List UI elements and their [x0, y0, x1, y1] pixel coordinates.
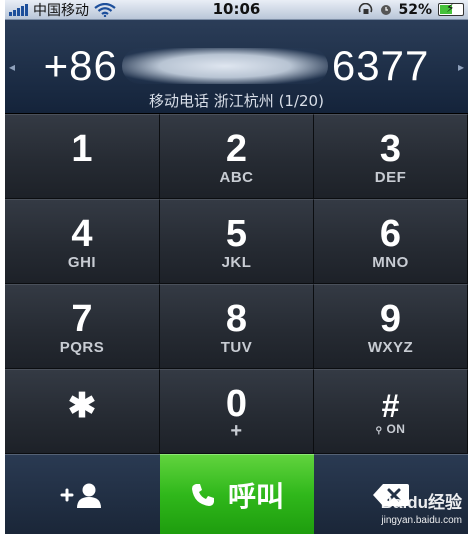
key-8[interactable]: 8 TUV	[160, 284, 314, 369]
key-letters: GHI	[67, 254, 97, 271]
key-6[interactable]: 6 MNO	[314, 199, 468, 284]
key-7[interactable]: 7 PQRS	[5, 284, 160, 369]
phone-dialer: 中国移动 10:06 52% ⚡ ◂ ▸ +86 6377 移动电话 浙江杭州 …	[5, 0, 468, 534]
key-hash[interactable]: # ⚲ ON	[314, 369, 468, 454]
key-1[interactable]: 1	[5, 114, 160, 199]
key-letters: WXYZ	[367, 339, 414, 356]
key-digit: 8	[225, 298, 248, 340]
key-9[interactable]: 9 WXYZ	[314, 284, 468, 369]
status-right: 52% ⚡	[358, 0, 464, 19]
watermark-logo: Baidu经验	[380, 493, 462, 512]
call-label: 呼叫	[227, 479, 284, 513]
key-digit: ✱	[67, 387, 97, 425]
key-letters: TUV	[220, 339, 253, 356]
add-contact-icon	[60, 483, 101, 508]
status-bar: 中国移动 10:06 52% ⚡	[5, 0, 468, 20]
key-5[interactable]: 5 JKL	[160, 199, 314, 284]
phone-icon	[191, 483, 214, 506]
voice-search-icon: ⚲	[375, 425, 383, 435]
key-3[interactable]: 3 DEF	[314, 114, 468, 199]
key-digit: #	[381, 388, 400, 424]
key-letters: +	[230, 420, 243, 442]
bottom-bar: 呼叫 Baidu经验 jingyan.baidu.com	[5, 454, 468, 534]
number-suffix: 6377	[331, 42, 430, 89]
key-digit: 2	[225, 128, 248, 170]
battery-percent: 52%	[398, 1, 432, 18]
key-digit: 5	[225, 213, 248, 255]
number-location: 移动电话 浙江杭州 (1/20)	[149, 92, 324, 110]
key-letters: JKL	[221, 254, 252, 271]
add-contact-button[interactable]	[5, 454, 160, 534]
key-0[interactable]: 0 +	[160, 369, 314, 454]
key-letters: MNO	[372, 254, 409, 271]
key-4[interactable]: 4 GHI	[5, 199, 160, 284]
watermark-url: jingyan.baidu.com	[381, 515, 462, 526]
rotation-lock-icon	[359, 2, 373, 14]
key-digit: 1	[71, 128, 93, 170]
number-blur-mask	[121, 48, 328, 84]
number-prefix: +86	[43, 42, 118, 89]
delete-button[interactable]: Baidu经验 jingyan.baidu.com	[314, 454, 468, 534]
key-star[interactable]: ✱	[5, 369, 160, 454]
key-letters: PQRS	[59, 339, 105, 356]
key-digit: 9	[379, 298, 402, 340]
key-letters: DEF	[374, 169, 407, 186]
number-display: ◂ ▸ +86 6377 移动电话 浙江杭州 (1/20)	[5, 20, 468, 114]
key-2[interactable]: 2 ABC	[160, 114, 314, 199]
key-digit: 0	[225, 383, 248, 425]
keypad: 1 2 ABC 3 DEF 4 GHI 5 JKL 6 MNO 7 PQRS 8	[5, 114, 468, 454]
key-letters: ABC	[219, 169, 254, 186]
battery-icon: ⚡	[438, 1, 464, 16]
key-digit: 6	[379, 213, 402, 255]
baidu-watermark: Baidu经验 jingyan.baidu.com	[381, 488, 462, 526]
alarm-icon	[381, 4, 392, 15]
key-digit: 3	[379, 128, 402, 170]
key-letters-text: ON	[386, 422, 406, 436]
call-button[interactable]: 呼叫	[160, 454, 314, 534]
key-letters: ⚲ ON	[314, 422, 467, 436]
key-digit: 7	[71, 298, 93, 340]
key-digit: 4	[71, 213, 93, 255]
dialed-number: +86 6377	[5, 42, 468, 90]
